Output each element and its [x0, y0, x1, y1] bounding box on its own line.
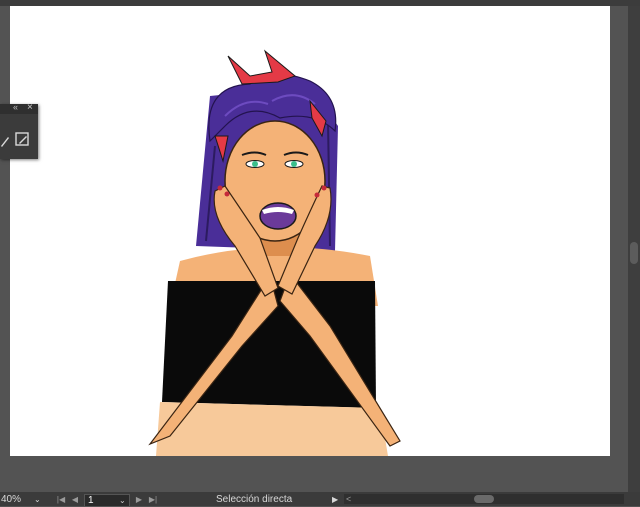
horizontal-scrollbar[interactable]: < [344, 494, 624, 504]
mouth [259, 202, 297, 230]
nail [217, 185, 223, 191]
horizontal-scroll-thumb[interactable] [474, 495, 494, 503]
artboard-number-value[interactable]: 1 [88, 495, 94, 506]
vertical-scrollbar[interactable] [628, 6, 640, 492]
pen-tool-icon[interactable] [0, 130, 10, 150]
chevron-down-icon[interactable]: ⌄ [119, 495, 126, 506]
zoom-value[interactable]: 40% [1, 494, 21, 506]
illustration-surprised-woman[interactable] [10, 6, 610, 456]
bandana-knot [227, 49, 296, 85]
right-iris [291, 161, 297, 167]
left-iris [252, 161, 258, 167]
tool-panel-header[interactable]: « × [0, 102, 38, 114]
nail [321, 185, 327, 191]
direct-selection-tool-icon[interactable] [10, 130, 34, 150]
next-artboard-icon[interactable]: ▶ [134, 494, 144, 506]
collapse-icon[interactable]: « [13, 102, 18, 112]
nail [224, 191, 230, 197]
artboard[interactable] [10, 6, 610, 456]
chevron-down-icon[interactable]: ⌄ [34, 494, 44, 506]
status-menu-icon[interactable]: ▶ [332, 494, 338, 506]
previous-artboard-icon[interactable]: ◀ [70, 494, 80, 506]
zoom-field[interactable]: 40% ⌄ [0, 494, 46, 506]
scroll-left-icon[interactable]: < [346, 494, 351, 504]
first-artboard-icon[interactable]: |◀ [56, 494, 66, 506]
floating-tool-panel[interactable]: « × [0, 102, 38, 159]
close-icon[interactable]: × [27, 102, 33, 113]
last-artboard-icon[interactable]: ▶| [148, 494, 158, 506]
vertical-scroll-thumb[interactable] [630, 242, 638, 264]
status-bar: 40% ⌄ |◀ ◀ 1 ⌄ ▶ ▶| Selección directa ▶ … [0, 492, 640, 507]
current-tool-status: Selección directa [216, 494, 293, 505]
nail [314, 192, 320, 198]
artboard-number-field[interactable]: 1 ⌄ [84, 494, 130, 507]
